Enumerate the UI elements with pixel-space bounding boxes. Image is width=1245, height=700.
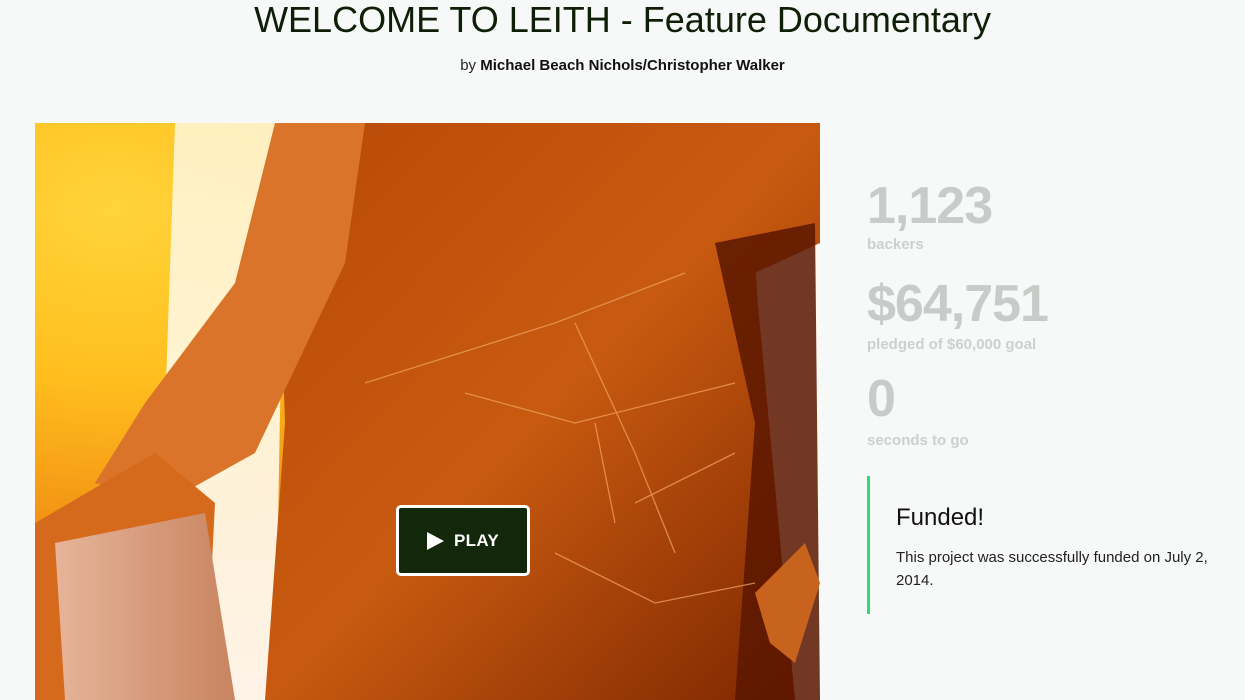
funded-title: Funded! [896, 504, 985, 531]
play-button[interactable]: PLAY [396, 505, 530, 576]
creator-link[interactable]: Michael Beach Nichols/Christopher Walker [480, 57, 785, 74]
funded-message: This project was successfully funded on … [896, 549, 1208, 589]
byline-prefix: by [460, 57, 477, 74]
backers-count: 1,123 [867, 177, 993, 235]
play-label: PLAY [454, 530, 499, 550]
video-player[interactable]: PLAY [35, 123, 820, 700]
funded-notice: Funded! This project was successfully fu… [867, 476, 1245, 614]
backers-label: backers [867, 236, 924, 253]
pledged-label: pledged of $60,000 goal [867, 336, 1037, 353]
play-icon [427, 531, 444, 550]
video-thumbnail [35, 123, 820, 700]
time-remaining: 0 [867, 370, 896, 428]
pledged-amount: $64,751 [867, 275, 1049, 333]
time-label: seconds to go [867, 432, 969, 449]
